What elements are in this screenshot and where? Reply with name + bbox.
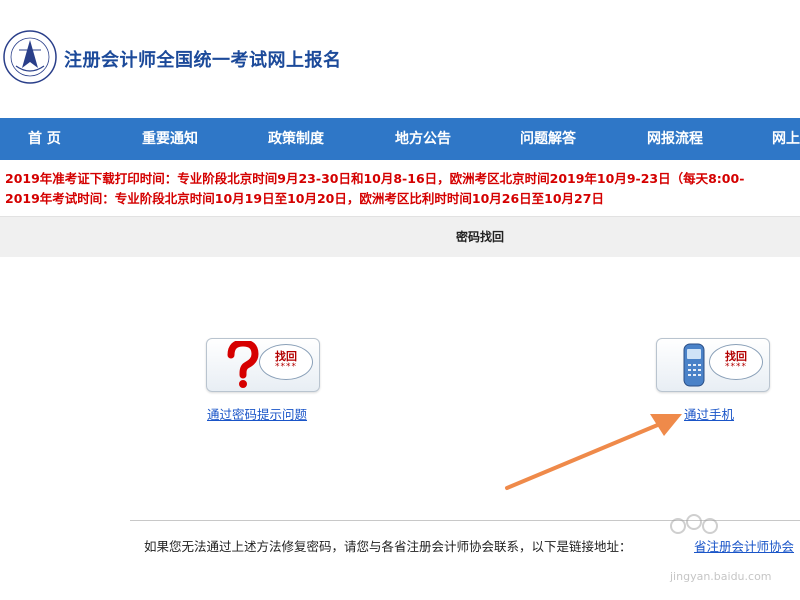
security-question-option-card[interactable]: 找回 **** (206, 338, 320, 392)
notice-marquee: 2019年准考证下载打印时间：专业阶段北京时间9月23-30日和10月8-16日… (0, 164, 800, 208)
main-nav: 首 页 重要通知 政策制度 地方公告 问题解答 网报流程 网上 (0, 118, 800, 160)
nav-item-policies[interactable]: 政策制度 (268, 118, 324, 160)
watermark-text: jingyan.baidu.com (670, 570, 772, 583)
notice-exam-time: 2019年考试时间：专业阶段北京时间10月19日至10月20日，欧洲考区比利时时… (5, 191, 604, 206)
speech-bubble: 找回 **** (259, 344, 313, 380)
mobile-phone-link[interactable]: 通过手机 (684, 404, 734, 423)
nav-item-local-announcements[interactable]: 地方公告 (395, 118, 451, 160)
watermark-logo-icon (670, 514, 718, 534)
nav-item-process[interactable]: 网报流程 (647, 118, 703, 160)
notice-admission-ticket: 2019年准考证下载打印时间：专业阶段北京时间9月23-30日和10月8-16日… (5, 171, 745, 186)
section-bar: 密码找回 (0, 216, 800, 257)
mobile-phone-option-card[interactable]: 找回 **** (656, 338, 770, 392)
question-mark-icon (225, 339, 261, 391)
baidu-jingyan-watermark: jingyan.baidu.com (656, 512, 796, 592)
nav-item-home[interactable]: 首 页 (28, 118, 61, 160)
page-title: 密码找回 (455, 230, 504, 244)
nav-item-faq[interactable]: 问题解答 (520, 118, 576, 160)
speech-bubble: 找回 **** (709, 344, 763, 380)
nav-item-notices[interactable]: 重要通知 (142, 118, 198, 160)
footer-help-text: 如果您无法通过上述方法修复密码，请您与各省注册会计师协会联系，以下是链接地址： (144, 539, 632, 554)
security-question-link[interactable]: 通过密码提示问题 (207, 404, 307, 423)
page-header: 注册会计师全国统一考试网上报名 (0, 0, 800, 118)
bubble-stars: **** (275, 362, 297, 372)
cicpa-seal-icon[interactable] (2, 28, 58, 86)
bubble-stars: **** (725, 362, 747, 372)
nav-item-online[interactable]: 网上 (772, 118, 800, 160)
mobile-phone-icon (681, 342, 707, 391)
site-title: 注册会计师全国统一考试网上报名 (64, 50, 342, 71)
